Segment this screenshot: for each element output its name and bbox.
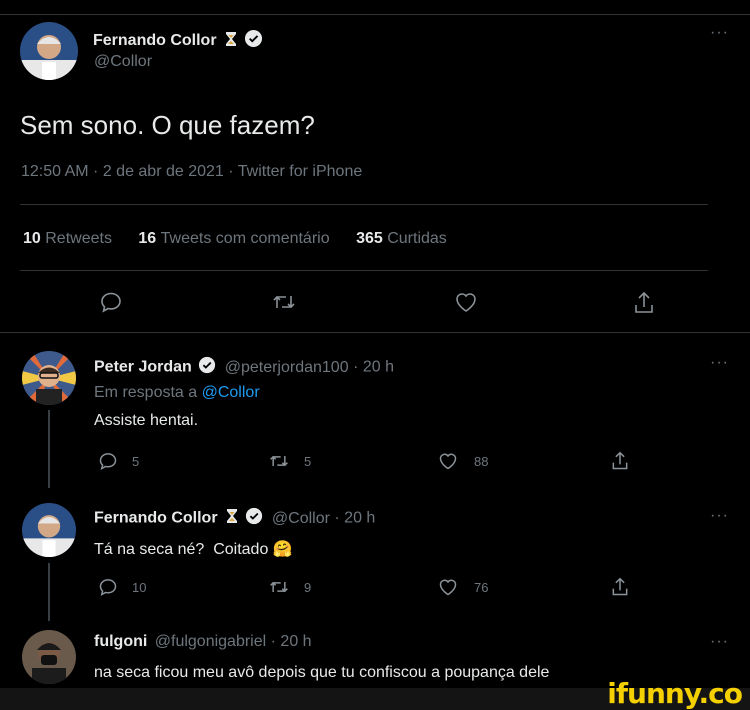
reply1-reply-prefix: Em resposta a <box>94 384 198 401</box>
reply2-text: Tá na seca né? Coitado <box>94 541 269 558</box>
meta-divider <box>20 204 708 205</box>
like-icon[interactable] <box>437 451 459 471</box>
reply-icon[interactable] <box>99 290 123 314</box>
main-tweet-text: Sem sono. O que fazem? <box>20 110 315 140</box>
verified-badge-icon <box>198 356 216 379</box>
reply1-actions: 5 5 88 <box>98 451 638 473</box>
reply1-author-handle[interactable]: @peterjordan100 <box>225 359 349 376</box>
reply2-time: · 20 h <box>334 509 376 527</box>
reply2-actions: 10 9 76 <box>98 577 638 599</box>
stat-likes-label: Curtidas <box>387 230 447 247</box>
avatar-peter-jordan[interactable] <box>22 351 76 405</box>
stat-quotes-label: Tweets com comentário <box>160 230 330 247</box>
ifunny-watermark: ifunny.co <box>607 677 743 710</box>
retweet-icon[interactable] <box>271 290 297 314</box>
verified-badge-icon <box>244 29 263 53</box>
reply2-like-count: 76 <box>474 580 489 595</box>
reply2-header: Fernando Collor @Collor · 20 h <box>94 507 375 530</box>
verified-badge-icon <box>245 507 263 530</box>
reply2-reply-count: 10 <box>132 580 147 595</box>
reply2-more-options-icon[interactable]: ··· <box>710 507 729 525</box>
reply1-more-options-icon[interactable]: ··· <box>710 354 729 372</box>
actions-divider <box>0 332 750 333</box>
hugging-face-emoji: 🤗 <box>272 541 293 558</box>
reply3-author-handle[interactable]: @fulgonigabriel <box>155 633 266 650</box>
reply1-time: · 20 h <box>353 358 394 376</box>
reply2-retweet-count: 9 <box>304 580 312 595</box>
reply-icon[interactable] <box>98 577 118 597</box>
like-icon[interactable] <box>453 290 479 314</box>
reply1-in-reply-to: Em resposta a @Collor <box>94 384 260 402</box>
main-tweet-meta: 12:50 AM · 2 de abr de 2021 · Twitter fo… <box>21 163 363 180</box>
reply2-author-handle[interactable]: @Collor <box>272 510 330 527</box>
reply1-text: Assiste hentai. <box>94 412 199 429</box>
retweet-icon[interactable] <box>268 577 290 597</box>
main-author-handle[interactable]: @Collor <box>94 53 152 71</box>
stat-likes-count: 365 <box>356 230 383 247</box>
hourglass-icon <box>225 31 237 52</box>
stat-retweets-label: Retweets <box>45 230 112 247</box>
main-author-name[interactable]: Fernando Collor <box>93 32 217 49</box>
main-more-options-icon[interactable]: ··· <box>710 24 729 42</box>
share-icon[interactable] <box>610 450 630 472</box>
share-icon[interactable] <box>632 290 656 316</box>
stat-quotes[interactable]: 16 Tweets com comentário <box>138 230 334 247</box>
stat-retweets[interactable]: 10 Retweets <box>23 230 116 247</box>
retweet-icon[interactable] <box>268 451 290 471</box>
hourglass-icon <box>226 508 238 529</box>
reply3-more-options-icon[interactable]: ··· <box>710 633 729 651</box>
thread-line-2 <box>48 563 50 621</box>
like-icon[interactable] <box>437 577 459 597</box>
reply3-text: na seca ficou meu avô depois que tu conf… <box>94 664 550 681</box>
avatar-fernando-collor[interactable] <box>22 503 76 557</box>
stat-quotes-count: 16 <box>138 230 157 247</box>
stat-retweets-count: 10 <box>23 230 41 247</box>
reply1-retweet-count: 5 <box>304 454 312 469</box>
reply2-text-row: Tá na seca né? Coitado 🤗 <box>94 539 293 559</box>
reply3-header: fulgoni @fulgonigabriel · 20 h <box>94 633 312 651</box>
reply2-author-name[interactable]: Fernando Collor <box>94 510 218 527</box>
avatar-fernando-collor[interactable] <box>20 22 78 80</box>
reply3-time: · 20 h <box>270 633 312 650</box>
reply1-author-name[interactable]: Peter Jordan <box>94 359 192 376</box>
main-author-name-row: Fernando Collor <box>93 29 263 53</box>
reply1-header: Peter Jordan @peterjordan100 · 20 h <box>94 356 394 379</box>
reply-icon[interactable] <box>98 451 118 471</box>
reply1-reply-count: 5 <box>132 454 140 469</box>
stats-divider <box>20 270 708 271</box>
stat-likes[interactable]: 365 Curtidas <box>356 230 447 247</box>
reply1-like-count: 88 <box>474 454 489 469</box>
avatar-fulgoni[interactable] <box>22 630 76 684</box>
reply3-author-name[interactable]: fulgoni <box>94 633 147 650</box>
share-icon[interactable] <box>610 576 630 598</box>
tweet-stats: 10 Retweets 16 Tweets com comentário 365… <box>23 230 447 248</box>
top-divider <box>0 14 750 15</box>
reply1-reply-to-link[interactable]: @Collor <box>202 384 260 401</box>
thread-line-1 <box>48 410 50 488</box>
